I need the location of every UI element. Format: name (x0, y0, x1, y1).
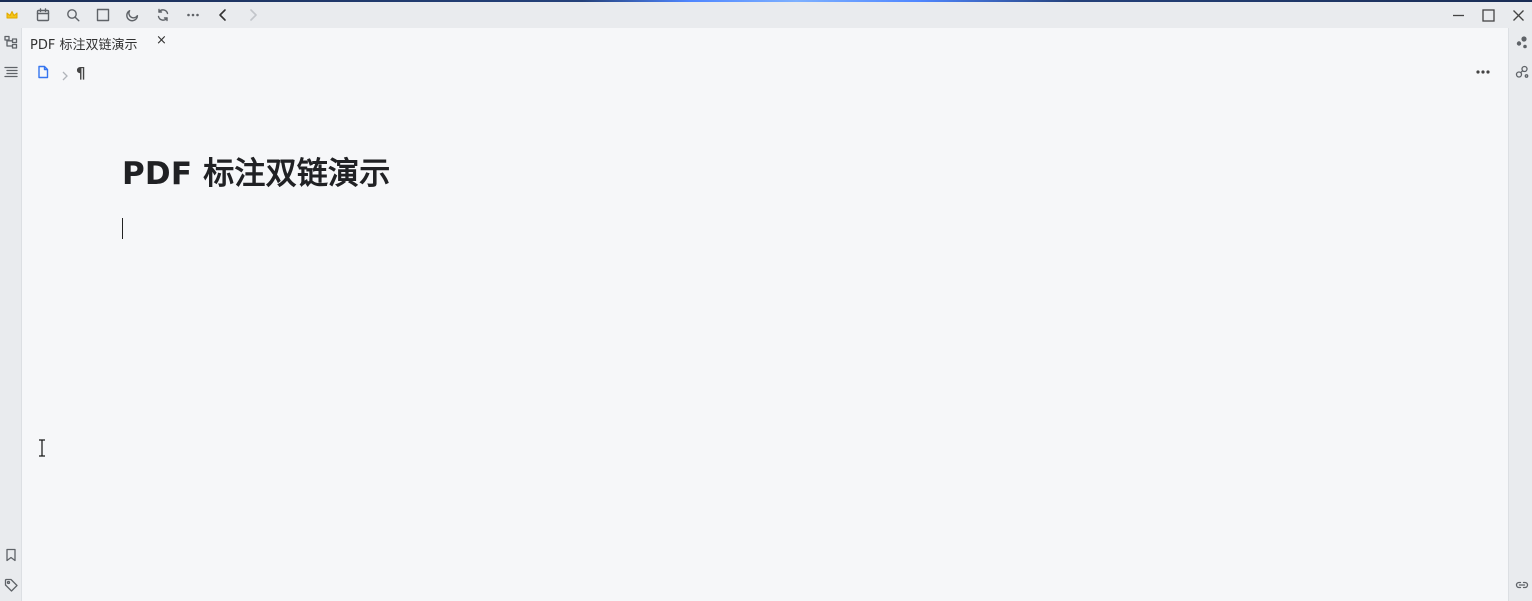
minimize-icon[interactable] (1447, 5, 1469, 25)
crown-icon[interactable] (2, 5, 22, 25)
maximize-icon[interactable] (1477, 5, 1499, 25)
graph-icon[interactable] (1512, 33, 1531, 51)
left-dock (0, 28, 22, 601)
chevron-right-icon (60, 67, 70, 81)
document-icon[interactable] (36, 64, 50, 83)
bookmark-icon[interactable] (1, 546, 20, 564)
search-icon[interactable] (63, 5, 83, 25)
tag-icon[interactable] (1, 576, 20, 594)
sync-icon[interactable] (153, 5, 173, 25)
tab-title[interactable]: PDF 标注双链演示 (30, 34, 137, 53)
calendar-icon[interactable] (33, 5, 53, 25)
top-toolbar (0, 2, 1532, 28)
moon-icon[interactable] (123, 5, 143, 25)
more-icon[interactable] (183, 5, 203, 25)
file-tree-icon[interactable] (1, 33, 20, 51)
editor-area: PDF 标注双链演示 × ¶ PDF 标注双链演示 (22, 28, 1508, 601)
document-more-icon[interactable] (1472, 64, 1494, 80)
back-icon[interactable] (213, 5, 233, 25)
outline-icon[interactable] (1, 63, 20, 81)
breadcrumb: ¶ (36, 64, 86, 82)
document-title[interactable]: PDF 标注双链演示 (122, 148, 390, 193)
forward-icon[interactable] (243, 5, 263, 25)
global-graph-icon[interactable] (1512, 63, 1531, 81)
text-caret (122, 218, 123, 239)
ibeam-cursor-icon (38, 439, 46, 457)
backlink-icon[interactable] (1512, 576, 1531, 594)
document-tab[interactable]: PDF 标注双链演示 × (22, 28, 182, 56)
paragraph-block-icon[interactable]: ¶ (76, 64, 86, 82)
square-icon[interactable] (93, 5, 113, 25)
tab-close-icon[interactable]: × (156, 33, 167, 48)
close-icon[interactable] (1507, 5, 1529, 25)
right-dock (1508, 28, 1532, 601)
